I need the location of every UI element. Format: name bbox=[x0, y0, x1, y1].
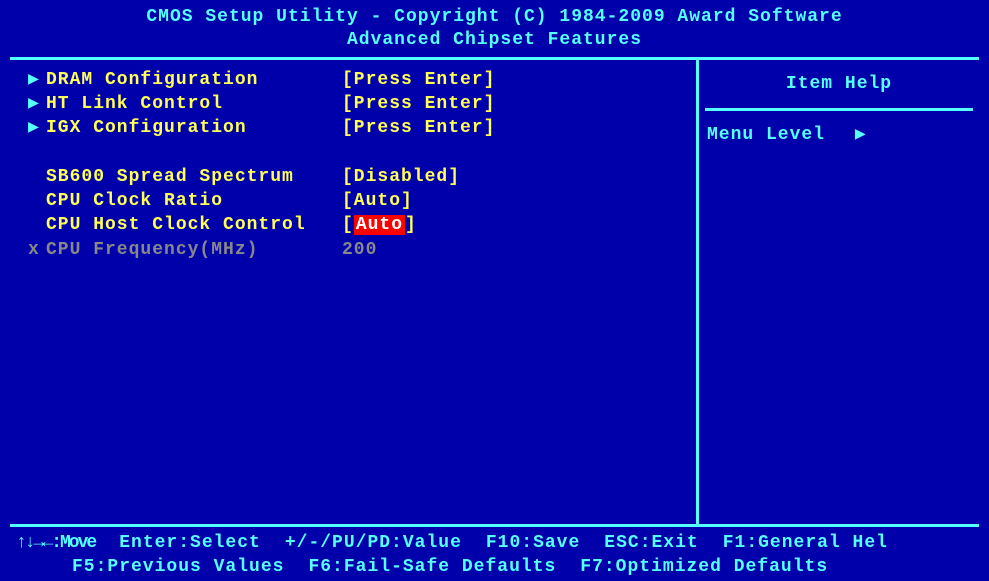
hint-enter: Enter:Select bbox=[119, 531, 261, 555]
menu-value: [Auto] bbox=[342, 189, 413, 213]
menu-value: [Press Enter] bbox=[342, 68, 495, 92]
menu-label: IGX Configuration bbox=[46, 116, 342, 140]
menu-level: Menu Level ▶ bbox=[705, 119, 973, 149]
chevron-right-icon: ▶ bbox=[28, 68, 46, 92]
hint-f5: F5:Previous Values bbox=[72, 555, 284, 579]
menu-value: [Press Enter] bbox=[342, 116, 495, 140]
menu-item-clock-ratio[interactable]: CPU Clock Ratio [Auto] bbox=[14, 189, 692, 213]
menu-item-host-clock[interactable]: CPU Host Clock Control [Auto] bbox=[14, 213, 692, 237]
hint-value: +/-/PU/PD:Value bbox=[285, 531, 462, 555]
hint-f7: F7:Optimized Defaults bbox=[580, 555, 828, 579]
menu-item-sb600[interactable]: SB600 Spread Spectrum [Disabled] bbox=[14, 165, 692, 189]
menu-value: 200 bbox=[342, 238, 377, 262]
key-hints: ↑↓→←:Move Enter:Select +/-/PU/PD:Value F… bbox=[0, 527, 989, 580]
menu-label: HT Link Control bbox=[46, 92, 342, 116]
menu-item-cpu-frequency: x CPU Frequency(MHz) 200 bbox=[14, 238, 692, 262]
hint-help: F1:General Hel bbox=[723, 531, 888, 555]
bios-subtitle: Advanced Chipset Features bbox=[0, 29, 989, 52]
hint-f6: F6:Fail-Safe Defaults bbox=[308, 555, 556, 579]
menu-label: DRAM Configuration bbox=[46, 68, 342, 92]
settings-panel: ▶ DRAM Configuration [Press Enter] ▶ HT … bbox=[10, 60, 699, 524]
chevron-right-icon: ▶ bbox=[28, 116, 46, 140]
menu-label: CPU Clock Ratio bbox=[46, 189, 342, 213]
hint-move: ↑↓→←:Move bbox=[16, 531, 95, 555]
menu-item-htlink[interactable]: ▶ HT Link Control [Press Enter] bbox=[14, 92, 692, 116]
disabled-x-icon: x bbox=[28, 238, 46, 262]
hint-exit: ESC:Exit bbox=[604, 531, 698, 555]
help-panel: Item Help Menu Level ▶ bbox=[699, 60, 979, 524]
bios-title: CMOS Setup Utility - Copyright (C) 1984-… bbox=[0, 6, 989, 29]
help-title: Item Help bbox=[705, 68, 973, 111]
hint-save: F10:Save bbox=[486, 531, 580, 555]
menu-item-dram[interactable]: ▶ DRAM Configuration [Press Enter] bbox=[14, 68, 692, 92]
menu-item-igx[interactable]: ▶ IGX Configuration [Press Enter] bbox=[14, 116, 692, 140]
menu-label: CPU Host Clock Control bbox=[46, 213, 342, 237]
chevron-right-icon: ▶ bbox=[855, 123, 867, 145]
menu-value: [Auto] bbox=[342, 213, 417, 237]
menu-value: [Disabled] bbox=[342, 165, 460, 189]
menu-label: CPU Frequency(MHz) bbox=[46, 238, 342, 262]
menu-label: SB600 Spread Spectrum bbox=[46, 165, 342, 189]
menu-value: [Press Enter] bbox=[342, 92, 495, 116]
chevron-right-icon: ▶ bbox=[28, 92, 46, 116]
